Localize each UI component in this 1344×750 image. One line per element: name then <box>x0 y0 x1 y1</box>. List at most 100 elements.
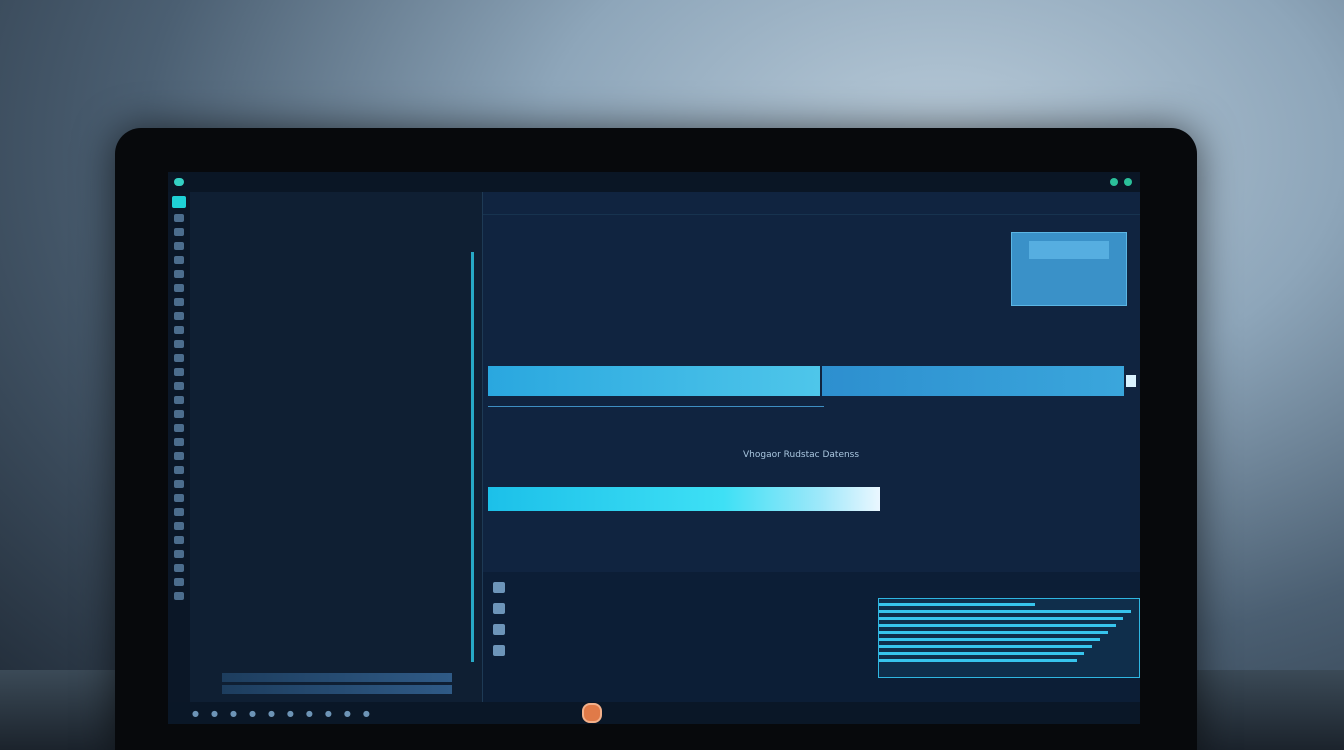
nav-icon[interactable] <box>174 508 184 516</box>
nav-active-icon[interactable] <box>172 196 186 208</box>
list-item[interactable] <box>206 520 472 535</box>
list-item[interactable] <box>206 383 472 398</box>
footer-line <box>222 685 452 694</box>
nav-icon[interactable] <box>174 494 184 502</box>
list-item[interactable] <box>206 444 472 459</box>
list-item[interactable] <box>206 262 472 277</box>
file-list-panel <box>190 192 483 702</box>
dock-icon[interactable]: ● <box>211 709 218 718</box>
list-item[interactable] <box>206 398 472 413</box>
footer-line <box>222 673 452 682</box>
list-item[interactable] <box>206 626 472 641</box>
list-item[interactable] <box>206 474 472 489</box>
dock-icon[interactable]: ● <box>363 709 370 718</box>
file-icon[interactable] <box>493 645 505 656</box>
nav-icon[interactable] <box>174 368 184 376</box>
list-item[interactable] <box>206 550 472 565</box>
photo-scene: Vhogaor Rudstac Datenss ● ● ● ● ● ● ● ● … <box>0 0 1344 750</box>
nav-icon[interactable] <box>174 410 184 418</box>
scrollbar[interactable] <box>471 252 474 662</box>
dock-icon[interactable]: ● <box>192 709 199 718</box>
file-icon[interactable] <box>493 582 505 593</box>
panel-footer <box>222 670 452 694</box>
nav-icon[interactable] <box>174 382 184 390</box>
list-item[interactable] <box>206 581 472 596</box>
dock-icon[interactable]: ● <box>268 709 275 718</box>
panel-header <box>190 192 482 214</box>
lower-panel <box>483 572 1140 702</box>
list-item[interactable] <box>206 489 472 504</box>
list-item[interactable] <box>206 565 472 580</box>
nav-icon[interactable] <box>174 284 184 292</box>
preview-bar <box>1029 241 1109 259</box>
progress-bar <box>488 487 880 511</box>
record-button[interactable] <box>581 703 602 723</box>
main-tabbar <box>483 192 1140 215</box>
list-item[interactable] <box>206 611 472 626</box>
bottom-dock: ● ● ● ● ● ● ● ● ● ● <box>168 702 1140 724</box>
nav-icon[interactable] <box>174 438 184 446</box>
list-item[interactable] <box>206 505 472 520</box>
divider <box>488 406 824 407</box>
status-dot-icon <box>1124 178 1132 186</box>
list-item[interactable] <box>206 277 472 292</box>
nav-icon[interactable] <box>174 270 184 278</box>
list-item[interactable] <box>206 368 472 383</box>
nav-icon[interactable] <box>174 424 184 432</box>
list-item[interactable] <box>206 216 472 231</box>
dock-icon[interactable]: ● <box>249 709 256 718</box>
file-icon[interactable] <box>493 624 505 635</box>
list-item[interactable] <box>206 307 472 322</box>
nav-icon[interactable] <box>174 312 184 320</box>
list-item[interactable] <box>206 596 472 611</box>
progress-fill <box>488 487 880 511</box>
nav-icon[interactable] <box>174 298 184 306</box>
nav-icon[interactable] <box>174 592 184 600</box>
nav-icon[interactable] <box>174 466 184 474</box>
dock-icon[interactable]: ● <box>287 709 294 718</box>
dock-icon[interactable]: ● <box>344 709 351 718</box>
list-item[interactable] <box>206 413 472 428</box>
file-icon[interactable] <box>493 603 505 614</box>
banner-left <box>488 366 820 396</box>
preview-card[interactable] <box>1011 232 1127 306</box>
list-item[interactable] <box>206 322 472 337</box>
list-item[interactable] <box>206 246 472 261</box>
nav-icon[interactable] <box>174 242 184 250</box>
list-item[interactable] <box>206 535 472 550</box>
list-item[interactable] <box>206 459 472 474</box>
close-icon[interactable] <box>1126 375 1136 387</box>
dock-icon[interactable]: ● <box>306 709 313 718</box>
lower-icons <box>493 582 505 666</box>
nav-icon[interactable] <box>174 214 184 222</box>
nav-icon[interactable] <box>174 480 184 488</box>
nav-icon[interactable] <box>174 578 184 586</box>
nav-icon[interactable] <box>174 228 184 236</box>
status-dot-icon <box>1110 178 1118 186</box>
nav-icon[interactable] <box>174 564 184 572</box>
data-line <box>879 645 1093 648</box>
nav-icon[interactable] <box>174 340 184 348</box>
nav-icon[interactable] <box>174 550 184 558</box>
list-item[interactable] <box>206 292 472 307</box>
data-line <box>879 631 1108 634</box>
list-item[interactable] <box>206 353 472 368</box>
list-item[interactable] <box>206 429 472 444</box>
dock-icon[interactable]: ● <box>325 709 332 718</box>
nav-icon[interactable] <box>174 522 184 530</box>
nav-icon[interactable] <box>174 354 184 362</box>
data-line <box>879 624 1116 627</box>
nav-icon[interactable] <box>174 396 184 404</box>
nav-icon[interactable] <box>174 326 184 334</box>
dock-icon[interactable]: ● <box>230 709 237 718</box>
data-stream-panel <box>878 598 1140 678</box>
nav-icon[interactable] <box>174 536 184 544</box>
nav-icon[interactable] <box>174 452 184 460</box>
list-item[interactable] <box>206 338 472 353</box>
nav-icon[interactable] <box>174 256 184 264</box>
data-line <box>879 652 1085 655</box>
data-line <box>879 638 1100 641</box>
list-item[interactable] <box>206 231 472 246</box>
data-line <box>879 617 1124 620</box>
highlight-banner[interactable] <box>488 366 1136 396</box>
